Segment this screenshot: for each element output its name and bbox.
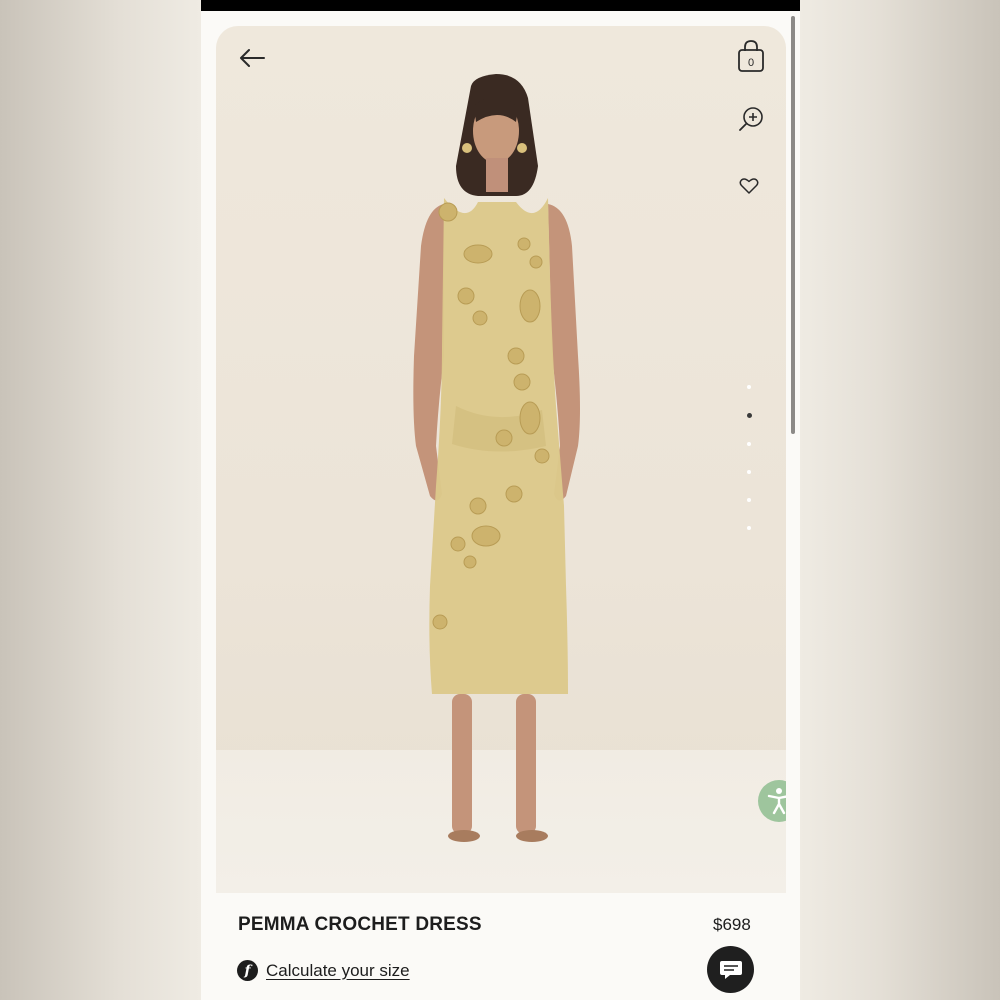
product-price: $698 [713, 915, 751, 934]
gallery-dot[interactable] [747, 470, 751, 474]
fit-calculator-icon: f [237, 960, 258, 981]
shopping-bag-icon[interactable]: 0 [734, 38, 768, 74]
cart-count: 0 [748, 57, 754, 69]
chat-icon[interactable] [707, 946, 754, 993]
product-title: PEMMA CROCHET DRESS [238, 914, 482, 935]
gallery-dot[interactable] [747, 498, 751, 502]
scrollbar[interactable] [791, 16, 795, 434]
gallery-dot[interactable] [747, 442, 751, 446]
product-image[interactable]: 0 [216, 26, 786, 893]
heart-icon[interactable] [734, 172, 764, 200]
calculate-size-link[interactable]: Calculate your size [266, 961, 410, 981]
arrow-left-icon[interactable] [236, 44, 268, 72]
gallery-dot[interactable] [747, 385, 751, 389]
status-bar [201, 0, 800, 11]
gallery-pagination [745, 385, 753, 554]
model-in-dress [413, 74, 580, 842]
gallery-dot-active[interactable] [746, 413, 752, 418]
phone-screen: 0 PEMMA CROCHET DRESS $698 f Calculate y… [201, 0, 800, 1000]
gallery-dot[interactable] [747, 526, 751, 530]
size-calculator-row[interactable]: f Calculate your size [237, 960, 410, 981]
zoom-in-icon[interactable] [734, 102, 768, 136]
